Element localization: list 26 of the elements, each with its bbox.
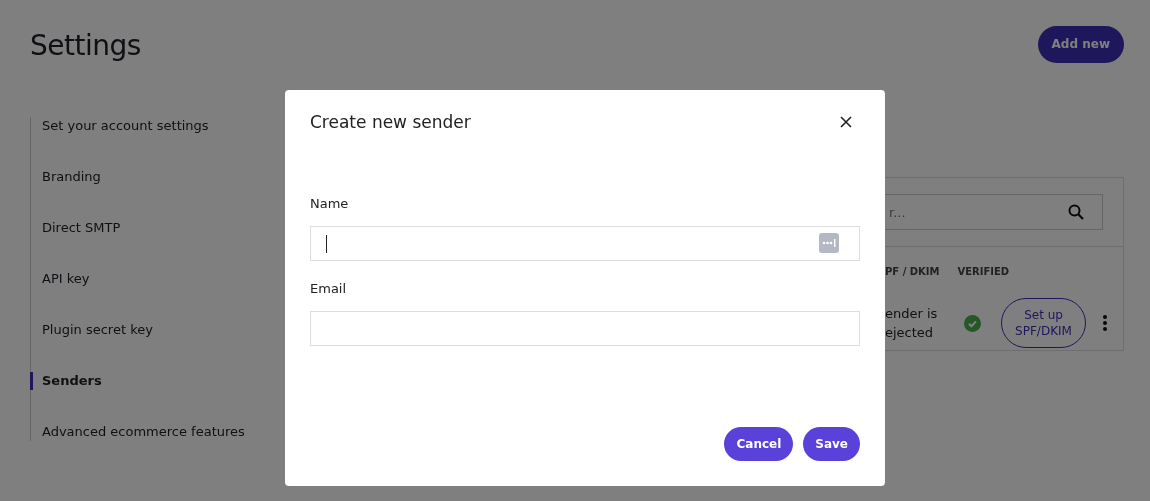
search-icon	[1068, 204, 1084, 220]
setup-button[interactable]: Set up SPF/DKIM	[1001, 298, 1086, 348]
sidebar-item[interactable]: Direct SMTP	[30, 219, 245, 237]
input-field[interactable]	[310, 311, 860, 346]
autofill-icon[interactable]	[819, 233, 839, 253]
sidebar-item[interactable]: Senders	[30, 372, 245, 390]
close-icon[interactable]	[840, 116, 852, 128]
sidebar-item[interactable]: Branding	[30, 168, 245, 186]
dialog-title: Create new sender	[310, 112, 471, 132]
column-header: PF / DKIM	[885, 265, 940, 277]
sidebar-item[interactable]: Advanced ecommerce features	[30, 423, 245, 441]
input-field[interactable]	[310, 226, 860, 261]
sidebar-item[interactable]: Set your account settings	[30, 117, 245, 135]
field-label: Email	[310, 281, 348, 296]
search-placeholder: r...	[889, 204, 906, 220]
column-header: VERIFIED	[957, 265, 1010, 277]
sidebar-item[interactable]: API key	[30, 270, 245, 288]
field-label: Name	[310, 196, 350, 211]
add-new-button[interactable]: Add new	[1037, 25, 1124, 63]
sidebar-item[interactable]: Plugin secret key	[30, 321, 245, 339]
more-icon[interactable]	[1103, 315, 1107, 331]
dialog-button[interactable]: Cancel	[724, 427, 794, 461]
search-field[interactable]: r...	[885, 194, 1103, 230]
dialog-button[interactable]: Save	[803, 427, 860, 461]
table-cell-text: ender is ejected	[885, 305, 939, 342]
page-title: Settings	[30, 28, 141, 62]
